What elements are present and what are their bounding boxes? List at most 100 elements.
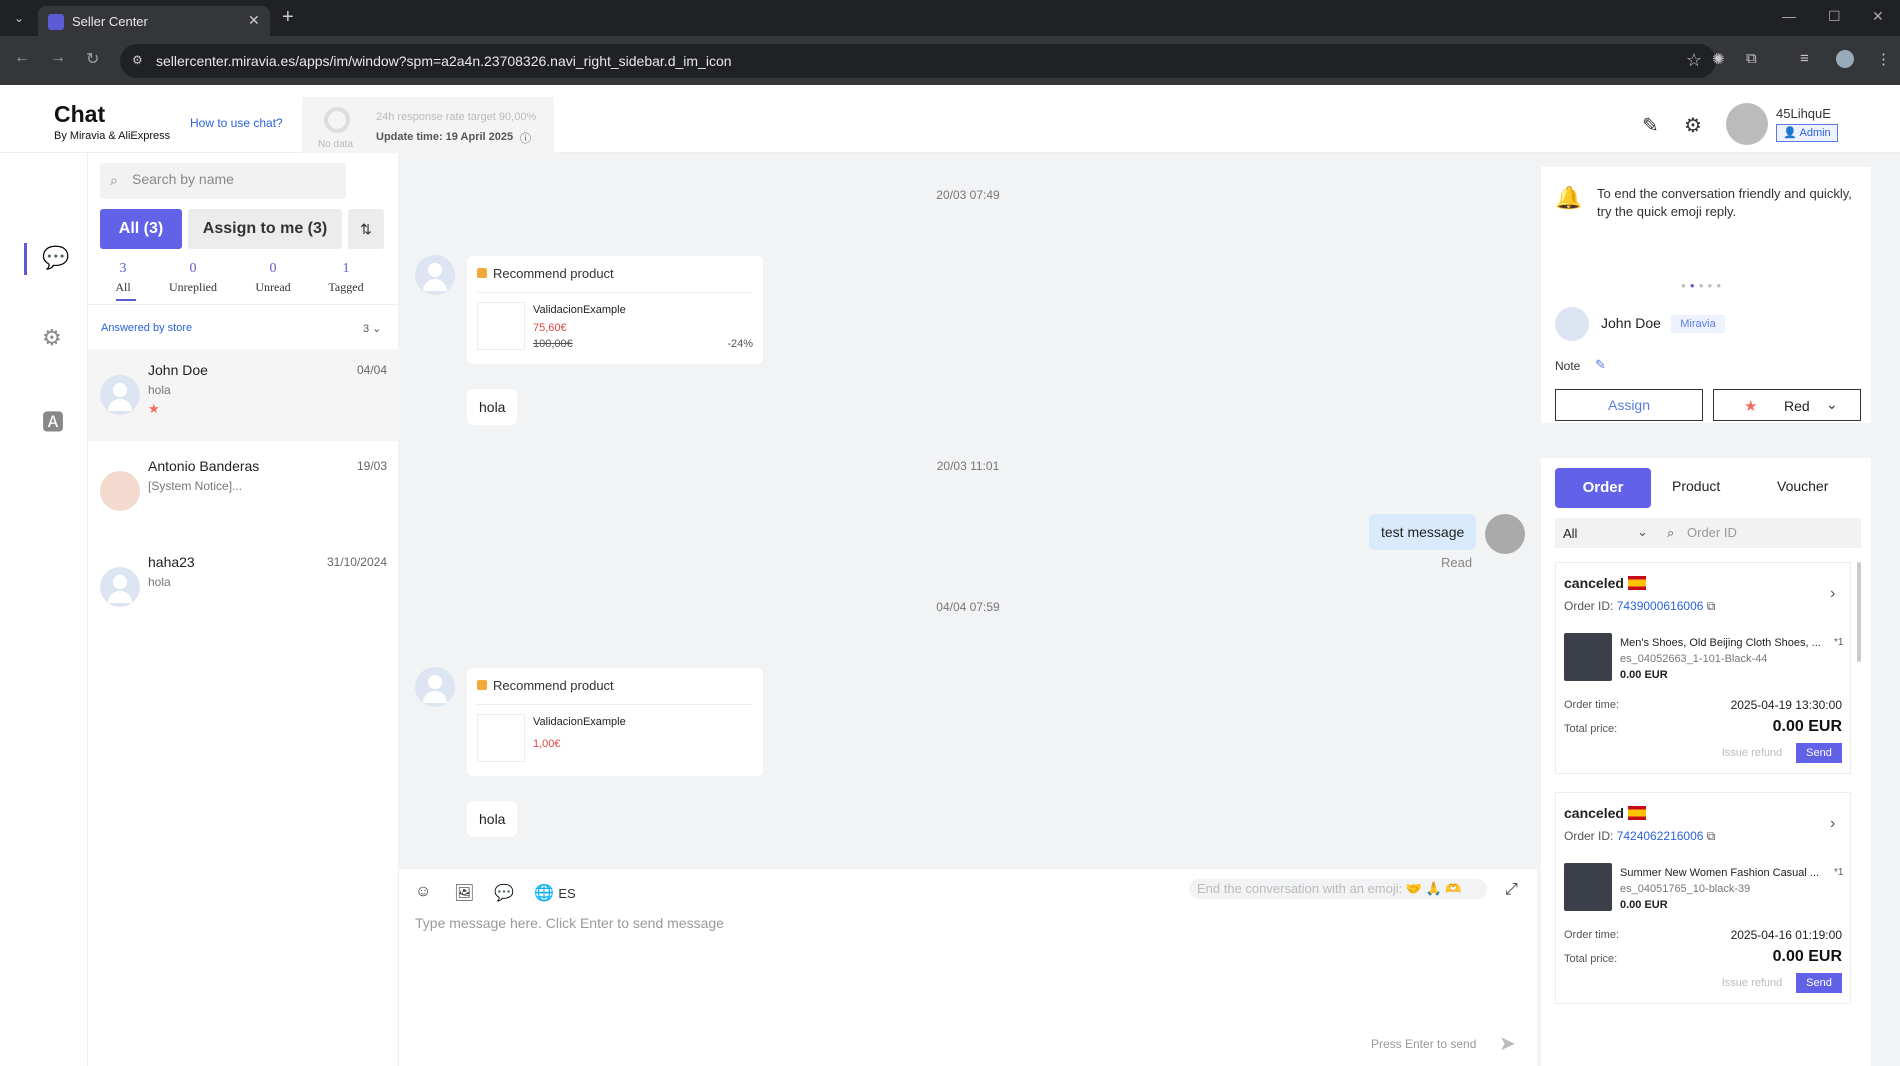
stat-count: 0 [269,261,277,276]
recommend-product-card[interactable]: Recommend product ValidacionExample 75,6… [467,256,763,364]
forward-icon[interactable]: → [50,49,66,67]
bell-icon: 🔔 [1555,185,1583,210]
order-time-label: Order time: [1564,699,1620,711]
stat-active-underline [116,299,136,301]
how-to-link[interactable]: How to use chat? [190,116,283,130]
media-icon[interactable]: ≡ [1800,50,1809,67]
conversation-preview: hola [148,383,171,397]
answered-count-value: 3 [363,323,370,335]
minimize-icon[interactable]: — [1782,8,1796,24]
url-text[interactable]: sellercenter.miravia.es/apps/im/window?s… [156,53,732,69]
conversation-item[interactable]: haha23 31/10/2024 hola [88,541,399,633]
conversation-item[interactable]: John Doe 04/04 hola ★ [88,349,399,441]
sku: es_04051765_10-black-39 [1620,883,1751,895]
settings-icon[interactable]: ⚙ [1684,113,1702,138]
tip-card: 🔔 To end the conversation friendly and q… [1541,167,1871,299]
gear-icon[interactable]: ⚙ [42,325,62,351]
profile-icon[interactable] [1836,50,1854,68]
stat-all[interactable]: 3 All [88,261,158,295]
recommend-product-card[interactable]: Recommend product ValidacionExample 1,00… [467,668,763,776]
extensions-puzzle-icon[interactable]: ⧉ [1746,50,1757,67]
chevron-right-icon[interactable]: › [1830,585,1835,603]
image-icon[interactable]: 🖼 [454,883,474,903]
order-time: 2025-04-19 13:30:00 [1730,698,1842,712]
search-box: ⌕ [100,163,346,199]
issue-refund-button[interactable]: Issue refund [1716,743,1788,763]
answered-count[interactable]: 3 ⌄ [363,322,381,335]
edit-note-icon[interactable]: ✎ [1595,357,1606,373]
order-id-row: Order ID: 7439000616006 ⧉ [1564,599,1716,613]
order-id[interactable]: 7424062216006 [1617,829,1704,843]
product-name: Summer New Women Fashion Casual ... [1620,867,1820,879]
emoji-hint[interactable]: End the conversation with an emoji: 🤝 🙏 … [1189,879,1487,899]
customer-name: John Doe [1601,315,1661,331]
extension-icon[interactable]: ✺ [1712,50,1725,68]
order-card[interactable]: canceled › Order ID: 7439000616006 ⧉ Men… [1555,562,1851,774]
product-image [1564,633,1612,681]
assign-button[interactable]: Assign [1555,389,1703,421]
send-button[interactable]: Send [1796,743,1842,763]
avatar [100,471,140,511]
stat-count: 0 [189,261,197,276]
order-id[interactable]: 7439000616006 [1617,599,1704,613]
reload-icon[interactable]: ↻ [86,49,99,69]
text-a-icon[interactable]: 🅰 [42,405,64,437]
tab-order[interactable]: Order [1555,468,1651,508]
omnibox[interactable]: ⚙ sellercenter.miravia.es/apps/im/window… [120,44,1716,78]
message-bubble: hola [467,801,518,837]
customer-avatar [415,667,455,707]
language-selector[interactable]: 🌐 ES [534,883,576,903]
send-icon[interactable]: ➤ [1499,1031,1516,1056]
avatar [100,375,140,415]
stat-tagged[interactable]: 1 Tagged [311,261,381,295]
star-icon: ★ [1744,398,1758,415]
send-button[interactable]: Send [1796,973,1842,993]
sort-icon[interactable]: ⇅ [348,209,384,249]
expand-icon[interactable]: ⤢ [1505,881,1518,899]
edit-icon[interactable]: ✎ [1642,113,1659,138]
carousel-dots[interactable]: ●●●●● [1681,281,1725,290]
order-status: canceled [1564,805,1624,821]
chevron-right-icon[interactable]: › [1830,815,1835,833]
back-icon[interactable]: ← [14,49,30,67]
site-info-icon[interactable]: ⚙ [132,53,143,67]
product-price: 0.00 EUR [1620,899,1668,911]
new-tab-icon[interactable]: + [282,6,294,29]
order-id-search: ⌕ [1659,518,1861,548]
shop-avatar[interactable] [1726,103,1768,145]
sku: es_04052663_1-101-Black-44 [1620,653,1768,665]
browser-tab[interactable]: Seller Center ✕ [38,6,270,36]
order-card[interactable]: canceled › Order ID: 7424062216006 ⧉ Sum… [1555,792,1851,1004]
stat-unread[interactable]: 0 Unread [238,261,308,295]
product-name: ValidacionExample [533,716,626,728]
scrollbar[interactable] [1857,562,1861,662]
chat-icon[interactable]: 💬 [42,245,69,271]
quick-reply-icon[interactable]: 💬 [494,883,514,903]
stat-unreplied[interactable]: 0 Unreplied [158,261,228,295]
emoji-icon[interactable]: ☺ [415,883,431,901]
search-input[interactable] [132,171,332,187]
status-filter-select[interactable]: All ⌄ [1555,518,1659,548]
conversation-preview: hola [148,575,171,589]
close-window-icon[interactable]: ✕ [1872,8,1884,25]
info-icon[interactable]: ⓘ [520,130,531,146]
tab-list-icon[interactable]: ⌄ [6,6,32,30]
message-input[interactable] [415,915,1515,931]
tag-dropdown[interactable]: ★ Red ⌄ [1713,389,1861,421]
menu-kebab-icon[interactable]: ⋮ [1876,50,1891,68]
maximize-icon[interactable]: ☐ [1828,8,1841,25]
app-subtitle: By Miravia & AliExpress [54,130,171,142]
read-status: Read [1441,555,1473,570]
tab-product[interactable]: Product [1672,478,1720,494]
search-icon: ⌕ [110,172,118,188]
order-id-input[interactable] [1687,525,1847,540]
assign-to-me-button[interactable]: Assign to me (3) [188,209,342,249]
conversation-item[interactable]: Antonio Banderas 19/03 [System Notice]..… [88,445,399,537]
all-filter-button[interactable]: All (3) [100,209,182,249]
issue-refund-button[interactable]: Issue refund [1716,973,1788,993]
tab-voucher[interactable]: Voucher [1777,478,1828,494]
close-tab-icon[interactable]: ✕ [248,12,260,29]
red-star-tag-icon: ★ [148,401,160,416]
response-ring [324,107,350,133]
bookmark-star-icon[interactable]: ☆ [1686,50,1702,71]
